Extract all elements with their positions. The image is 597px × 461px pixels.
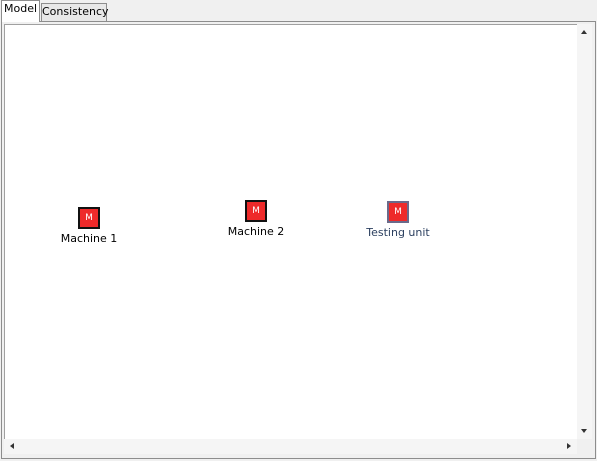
node-machine-2[interactable]: M Machine 2 [206, 200, 306, 238]
tab-consistency[interactable]: Consistency [41, 3, 109, 22]
tab-model[interactable]: Model [1, 0, 40, 22]
scroll-up-icon[interactable] [581, 30, 587, 34]
machine-icon[interactable]: M [245, 200, 267, 222]
scroll-right-icon[interactable] [567, 443, 571, 449]
vertical-scrollbar[interactable] [577, 24, 592, 439]
node-label: Machine 2 [227, 225, 285, 238]
tab-bar: Model Consistency [0, 0, 597, 22]
model-panel: M Machine 1 M Machine 2 M Testing unit [1, 21, 596, 459]
node-label: Machine 1 [60, 232, 118, 245]
scroll-left-icon[interactable] [10, 443, 14, 449]
machine-icon[interactable]: M [78, 207, 100, 229]
scrollbar-corner [577, 439, 592, 454]
node-machine-1[interactable]: M Machine 1 [39, 207, 139, 245]
horizontal-scrollbar[interactable] [4, 439, 577, 454]
node-testing-unit[interactable]: M Testing unit [348, 201, 448, 239]
machine-icon[interactable]: M [387, 201, 409, 223]
model-canvas[interactable]: M Machine 1 M Machine 2 M Testing unit [4, 24, 577, 439]
scroll-down-icon[interactable] [581, 429, 587, 433]
node-label: Testing unit [366, 226, 430, 239]
